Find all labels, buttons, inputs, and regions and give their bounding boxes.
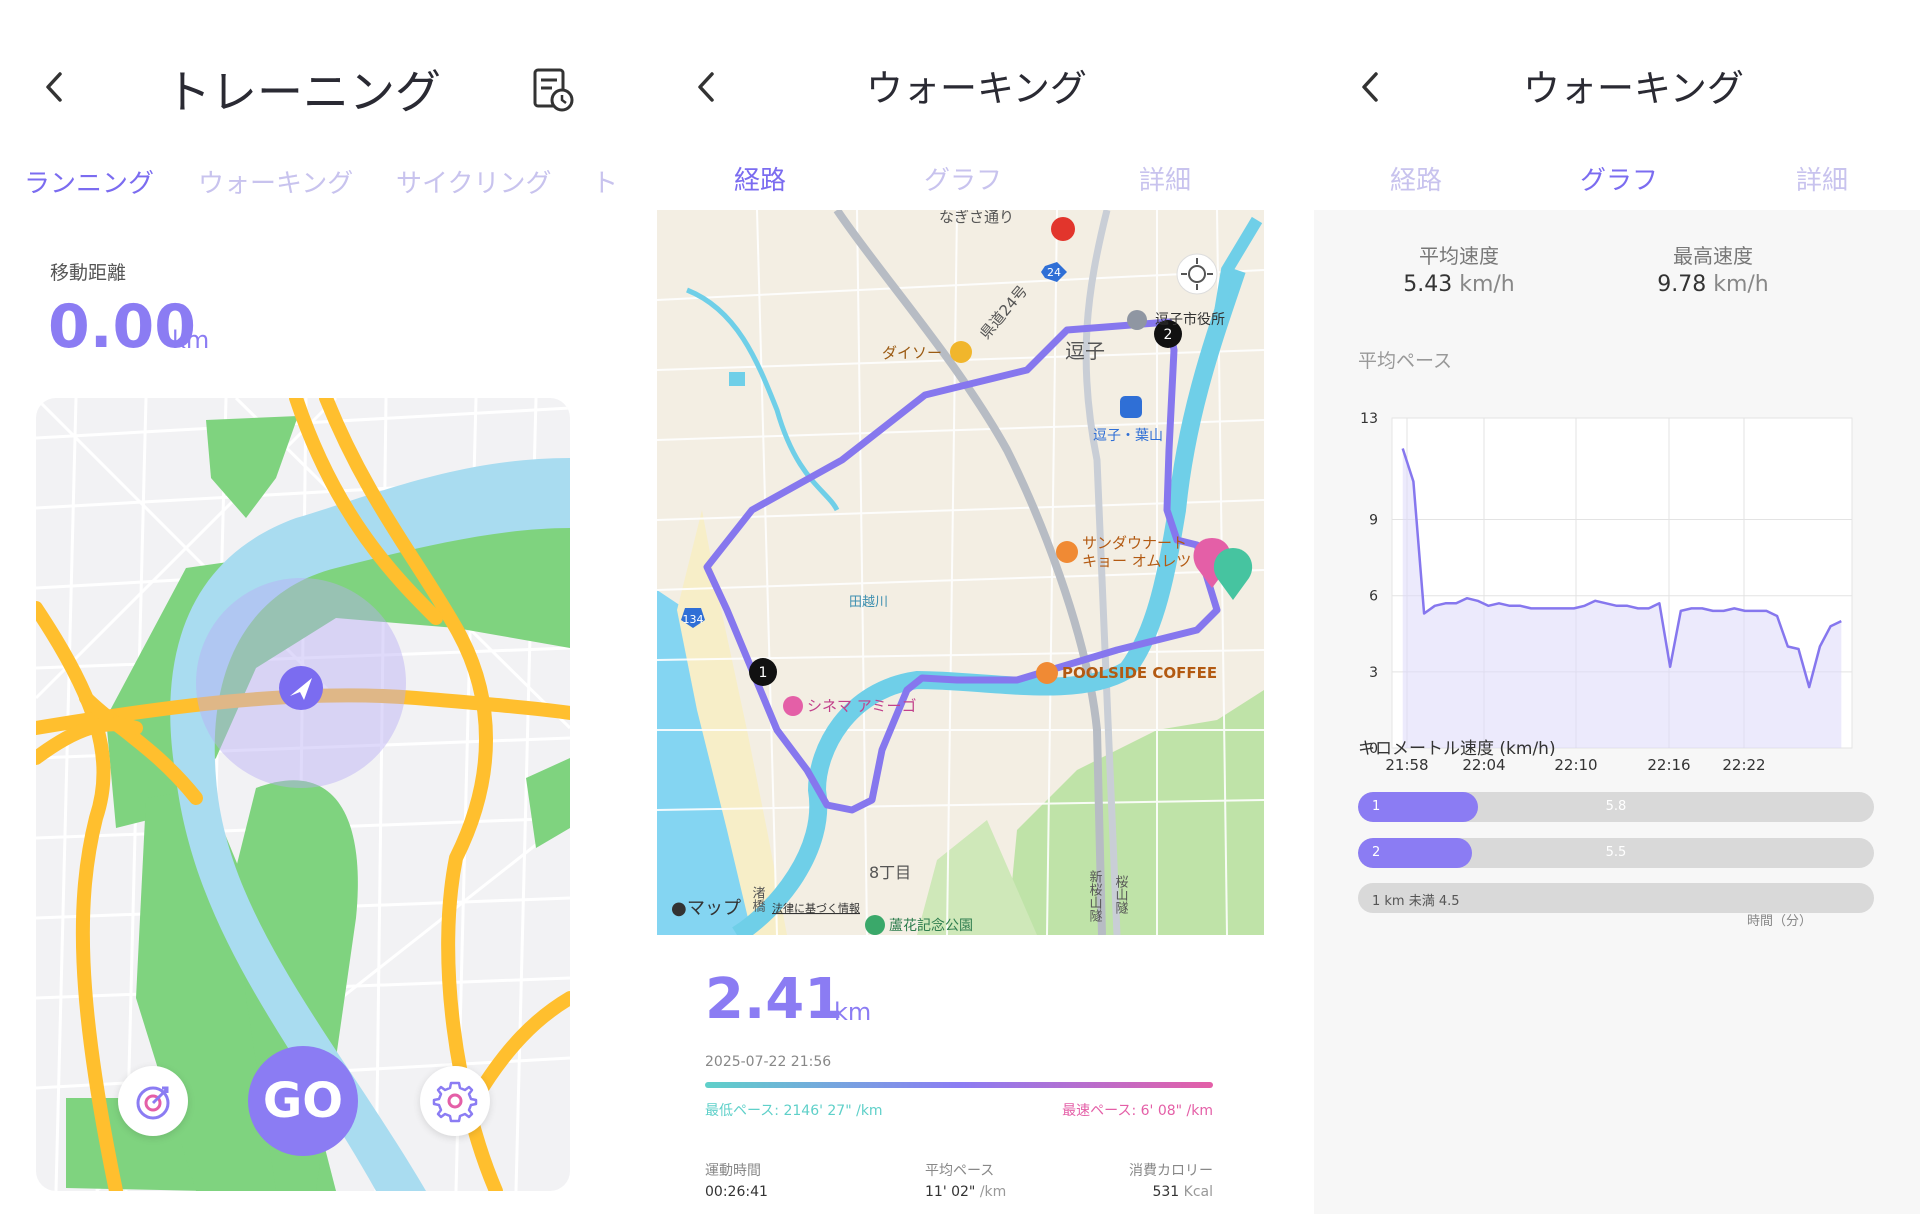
target-icon <box>136 1086 170 1120</box>
avg-pace-label: 平均ペース <box>925 1163 995 1179</box>
street-label: なぎさ通り <box>939 210 1014 226</box>
calories-value: 531 <box>1152 1184 1180 1200</box>
km-bar-1: 1 5.8 <box>1358 792 1874 822</box>
distance-unit: km <box>834 998 872 1026</box>
restaurant-icon <box>1056 541 1078 563</box>
walking-graph-panel: ウォーキング 経路 グラフ 詳細 平均速度 5.43 km/h 最高速度 9.7… <box>1300 0 1920 1214</box>
coffee-label: POOLSIDE COFFEE <box>1062 664 1217 682</box>
live-map[interactable]: GO <box>36 398 570 1191</box>
tab-graph[interactable]: グラフ <box>924 160 1002 197</box>
park-icon <box>865 915 885 935</box>
pace-section-label: 平均ペース <box>1358 350 1453 372</box>
route-map-graphic: 1 2 24 134 なぎさ通り 県道24号 ダイソー 逗子 逗子市役所 逗子・… <box>657 210 1264 935</box>
cityhall-icon <box>1127 310 1147 330</box>
marker-1-label: 1 <box>759 665 768 681</box>
cinema-label: シネマ アミーゴ <box>807 697 916 715</box>
cityhall-label: 逗子市役所 <box>1155 311 1225 328</box>
cafe-icon <box>1036 662 1058 684</box>
route-map[interactable]: 1 2 24 134 なぎさ通り 県道24号 ダイソー 逗子 逗子市役所 逗子・… <box>657 210 1264 935</box>
settings-button[interactable] <box>420 1066 490 1136</box>
apple-maps-label: マップ <box>687 898 741 919</box>
back-icon[interactable] <box>688 62 728 112</box>
tab-details[interactable]: 詳細 <box>1139 160 1191 197</box>
avg-pace-unit: /km <box>979 1184 1007 1200</box>
y-tick-label: 6 <box>1369 589 1378 605</box>
go-button[interactable]: GO <box>248 1046 358 1156</box>
km-bar-2-value: 5.5 <box>1605 845 1627 860</box>
tab-route[interactable]: 経路 <box>1390 160 1442 197</box>
restaurant-label-1: サンダウナート <box>1082 534 1187 552</box>
zushi-label: 逗子 <box>1065 339 1105 363</box>
km-bar-3-label: 1 km 未満 4.5 <box>1372 894 1460 909</box>
graph-content: 平均速度 5.43 km/h 最高速度 9.78 km/h 平均ペース 0369… <box>1314 210 1920 1214</box>
river-label: 田越川 <box>849 595 888 610</box>
y-tick-label: 13 <box>1360 411 1378 427</box>
y-tick-label: 9 <box>1369 513 1378 529</box>
daiso-icon <box>950 341 972 363</box>
avg-speed-label: 平均速度 <box>1419 244 1499 268</box>
calories-label: 消費カロリー <box>1129 1163 1213 1179</box>
route-24-label: 24 <box>1047 266 1061 279</box>
page-title: トレーニング <box>165 65 441 119</box>
km-bar-2: 2 5.5 <box>1358 838 1874 868</box>
km-bar-3: 1 km 未満 4.5 <box>1358 883 1874 913</box>
duration-label: 運動時間 <box>705 1163 761 1179</box>
park-label: 蘆花記念公園 <box>889 917 973 934</box>
daiso-label: ダイソー <box>882 344 942 362</box>
tab-more[interactable]: ト <box>592 163 618 200</box>
y-tick-label: 3 <box>1369 665 1378 681</box>
max-speed-value: 9.78 <box>1657 272 1707 297</box>
calories-unit: Kcal <box>1183 1184 1213 1200</box>
km-bar-1-value: 5.8 <box>1605 799 1627 814</box>
target-button[interactable] <box>118 1066 188 1136</box>
cinema-icon <box>783 696 803 716</box>
max-speed-unit: km/h <box>1713 272 1769 297</box>
tab-cycling[interactable]: サイクリング <box>396 163 551 200</box>
slowest-pace: 最低ペース: 2146' 27" /km <box>705 1103 883 1119</box>
pace-gradient-bar <box>705 1082 1213 1088</box>
duration-value: 00:26:41 <box>705 1184 768 1200</box>
avg-speed-value: 5.43 <box>1403 272 1453 297</box>
fastest-pace: 最速ペース: 6' 08" /km <box>1062 1103 1213 1119</box>
apple-logo-icon: ● <box>671 898 687 919</box>
max-speed-label: 最高速度 <box>1673 244 1753 268</box>
x-tick-label: 22:10 <box>1554 756 1597 774</box>
distance-label: 移動距離 <box>50 262 127 284</box>
avg-pace-value: 11' 02" <box>925 1184 976 1200</box>
page-title: ウォーキング <box>866 67 1087 110</box>
tab-graph[interactable]: グラフ <box>1580 160 1658 197</box>
marker-2-label: 2 <box>1164 327 1173 343</box>
mcdonalds-icon <box>1051 217 1075 241</box>
back-icon[interactable] <box>36 62 76 112</box>
tab-walking[interactable]: ウォーキング <box>198 163 353 200</box>
bridge-label: 渚橋 <box>750 886 766 913</box>
training-panel: トレーニング ランニング ウォーキング サイクリング ト 移動距離 0.00 k… <box>0 0 648 1214</box>
distance-value: 2.41 <box>705 967 844 1032</box>
page-title: ウォーキング <box>1523 67 1744 110</box>
restaurant-label-2: キョー オムレツ <box>1082 552 1191 570</box>
tab-running[interactable]: ランニング <box>24 163 154 200</box>
tab-route[interactable]: 経路 <box>734 160 786 197</box>
x-tick-label: 22:22 <box>1722 756 1765 774</box>
legal-link[interactable]: 法律に基づく情報 <box>772 901 860 915</box>
tab-details[interactable]: 詳細 <box>1796 160 1848 197</box>
km-speed-label: キロメートル速度 (km/h) <box>1358 739 1556 759</box>
tunnel-label-2: 桜山隧 <box>1113 875 1129 915</box>
x-axis-label: 時間（分） <box>1747 914 1812 929</box>
distance-unit: km <box>172 326 210 354</box>
avg-speed-unit: km/h <box>1459 272 1515 297</box>
district-label: 8丁目 <box>869 863 911 882</box>
tunnel-label-1: 新桜山隧 <box>1087 869 1103 923</box>
route-134-label: 134 <box>683 613 704 626</box>
gear-icon <box>432 1081 478 1123</box>
walker-pin-icon <box>1213 548 1253 600</box>
walking-route-panel: ウォーキング 経路 グラフ 詳細 1 2 24 134 なぎさ通り 県道24号 … <box>648 0 1300 1214</box>
x-tick-label: 22:16 <box>1647 756 1690 774</box>
station-icon <box>1120 396 1142 418</box>
station-label: 逗子・葉山 <box>1093 428 1163 444</box>
history-icon[interactable] <box>530 66 576 114</box>
prefroad-label: 県道24号 <box>976 282 1031 343</box>
back-icon[interactable] <box>1352 62 1392 112</box>
workout-datetime: 2025-07-22 21:56 <box>705 1054 832 1070</box>
